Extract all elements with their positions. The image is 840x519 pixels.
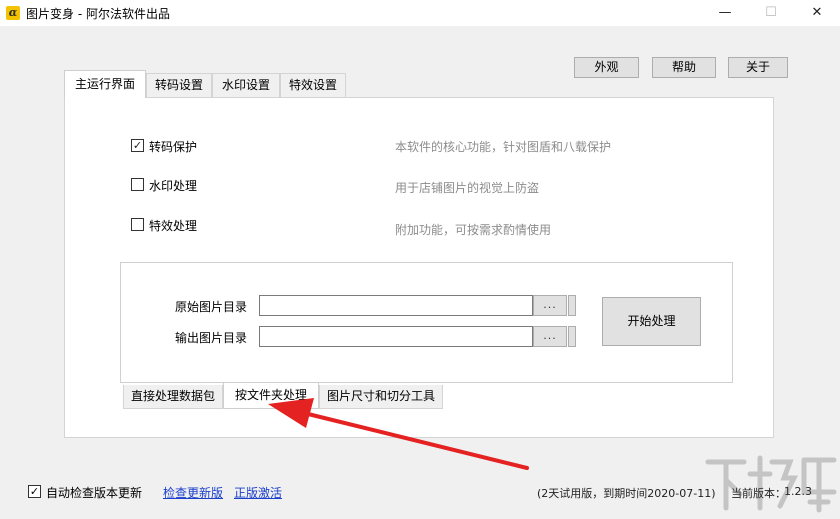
watermark-label: 水印处理	[149, 179, 198, 193]
activate-link[interactable]: 正版激活	[234, 484, 282, 501]
source-extra-button[interactable]	[568, 295, 576, 316]
watermark-description: 用于店铺图片的视觉上防盗	[395, 181, 540, 195]
minimize-icon[interactable]: —	[702, 0, 748, 26]
window-title: 图片变身 - 阿尔法软件出品	[26, 7, 170, 21]
tab-main[interactable]: 主运行界面	[64, 70, 146, 98]
subtab-folder-process[interactable]: 按文件夹处理	[223, 383, 319, 409]
close-icon[interactable]: ✕	[794, 0, 840, 26]
source-browse-button[interactable]: ...	[533, 295, 567, 316]
output-dir-label: 输出图片目录	[175, 331, 248, 345]
app-icon: α	[6, 6, 20, 20]
output-extra-button[interactable]	[568, 326, 576, 347]
help-button[interactable]: 帮助	[652, 57, 716, 78]
auto-check-checkbox[interactable]: ✓	[28, 485, 41, 498]
subtab-resize-split-tool[interactable]: 图片尺寸和切分工具	[319, 385, 443, 409]
path-settings-box: 原始图片目录 ... 输出图片目录 ... 开始处理	[120, 262, 733, 383]
transcode-checkbox[interactable]: ✓	[131, 139, 144, 152]
transcode-label: 转码保护	[149, 140, 198, 154]
start-processing-button[interactable]: 开始处理	[602, 297, 701, 346]
watermark-checkbox[interactable]	[131, 178, 144, 191]
maximize-icon[interactable]: ☐	[748, 0, 794, 26]
tab-transcode-settings[interactable]: 转码设置	[146, 73, 212, 97]
check-update-link[interactable]: 检查更新版	[163, 484, 223, 501]
watermark-logo-icon	[705, 455, 837, 513]
effects-checkbox[interactable]	[131, 218, 144, 231]
transcode-description: 本软件的核心功能，针对图盾和八载保护	[395, 140, 612, 154]
output-dir-input[interactable]	[259, 326, 533, 347]
subtab-direct-package[interactable]: 直接处理数据包	[123, 385, 223, 409]
tab-watermark-settings[interactable]: 水印设置	[212, 73, 280, 97]
effects-description: 附加功能，可按需求酌情使用	[395, 223, 552, 237]
auto-check-label: 自动检查版本更新	[46, 486, 143, 500]
effects-label: 特效处理	[149, 219, 198, 233]
about-button[interactable]: 关于	[728, 57, 788, 78]
main-panel: ✓ 转码保护 本软件的核心功能，针对图盾和八载保护 水印处理 用于店铺图片的视觉…	[64, 97, 774, 438]
source-dir-label: 原始图片目录	[175, 300, 248, 314]
trial-info: (2天试用版，到期时间2020-07-11)	[537, 487, 716, 500]
output-browse-button[interactable]: ...	[533, 326, 567, 347]
skin-button[interactable]: 外观	[574, 57, 639, 78]
source-dir-input[interactable]	[259, 295, 533, 316]
tab-effects-settings[interactable]: 特效设置	[280, 73, 346, 97]
title-bar: α 图片变身 - 阿尔法软件出品 — ☐ ✕	[0, 0, 840, 26]
